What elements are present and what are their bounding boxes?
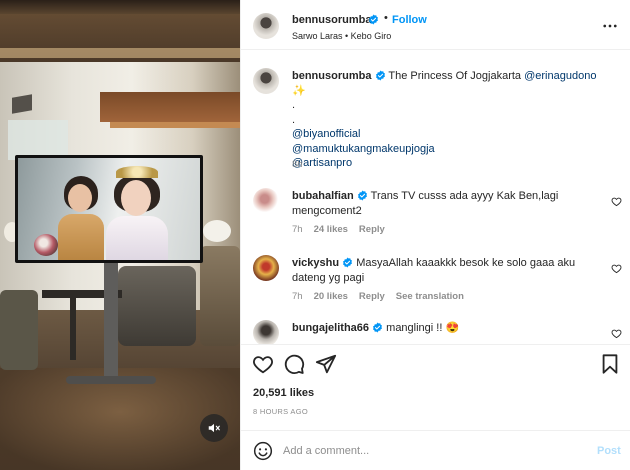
caption-mention[interactable]: @erinagudono [524,70,596,82]
header-separator: • [384,12,388,24]
follow-button[interactable]: Follow [392,14,427,26]
comment-username[interactable]: bubahalfian [292,190,354,202]
scene-table-leg [70,298,76,360]
tv-person-right [106,166,168,260]
comment-time: 7h [292,291,303,302]
scene-wood-panel [100,92,240,122]
comment-username[interactable]: vickyshu [292,257,339,269]
comment-body: bubahalfian Trans TV cusss ada ayyy Kak … [292,189,597,219]
avatar[interactable] [253,68,279,94]
comment-icon[interactable] [283,353,305,375]
caption-username[interactable]: bennusorumba [292,70,371,82]
bookmark-icon[interactable] [599,353,621,375]
scene-sofa [0,290,38,370]
sparkle-emoji: ✨ [292,84,306,97]
comment-meta: 7h 24 likes Reply [292,224,385,235]
scene-armchair [118,266,196,346]
avatar[interactable] [253,188,279,214]
post-button[interactable]: Post [597,445,621,457]
scene-ceiling-top [0,0,240,14]
likes-count[interactable]: 20,591 likes [253,387,314,399]
comment-text: MasyaAllah kaaakkk besok ke solo gaaa ak… [356,257,576,269]
heart-icon[interactable] [611,196,622,207]
post-caption: bennusorumba The Princess Of Jogjakarta … [292,69,612,171]
comment-composer: Post [241,430,630,470]
scene-chair-right [200,246,240,346]
post-location[interactable]: Sarwo Laras • Kebo Giro [292,31,391,41]
mute-button[interactable] [200,414,228,442]
caption-text: The Princess Of Jogjakarta [388,70,522,82]
heart-icon[interactable] [611,328,622,339]
comment-username[interactable]: bungajelitha66 [292,322,369,334]
caption-mention[interactable]: @mamuktukangmakeupjogja [292,142,612,157]
tv-person-left [58,176,104,260]
tv-monitor [15,155,203,263]
avatar[interactable] [253,320,279,344]
post-header: bennusorumba • Follow Sarwo Laras • Kebo… [241,0,630,50]
emoji-icon[interactable] [253,441,273,461]
post-actions: 20,591 likes 8 HOURS AGO [241,344,630,424]
comment-body: bungajelitha66 manglingi !! 😍 [292,321,597,336]
caption-mention[interactable]: @biyanofficial [292,127,612,142]
reply-button[interactable]: Reply [359,224,385,235]
tv-flowers [34,234,58,256]
reply-button[interactable]: Reply [359,291,385,302]
comments-list[interactable]: bennusorumba The Princess Of Jogjakarta … [241,50,630,344]
see-translation-button[interactable]: See translation [396,291,464,302]
post-media[interactable] [0,0,240,470]
comment-text: Trans TV cusss ada ayyy Kak Ben,lagi [370,190,559,202]
tv-screen [18,158,200,260]
verified-icon [343,257,353,268]
verified-icon [357,190,367,201]
comment-likes[interactable]: 20 likes [314,291,348,302]
scene-window [8,120,68,160]
caption-dot: . [292,99,296,111]
verified-icon [368,14,379,25]
more-options-icon[interactable] [600,17,620,35]
heart-icon[interactable] [611,263,622,274]
comment-likes[interactable]: 24 likes [314,224,348,235]
share-icon[interactable] [315,353,337,375]
mute-icon [208,423,220,433]
comment-input[interactable] [283,442,583,460]
comment-text: mengcoment2 [292,205,362,217]
comment-meta: 7h 20 likes Reply See translation [292,291,464,302]
avatar[interactable] [253,13,279,39]
post-timestamp: 8 HOURS AGO [253,407,308,416]
comment-text: dateng yg pagi [292,272,365,284]
verified-icon [373,322,383,333]
comment-time: 7h [292,224,303,235]
caption-timestamp: 8h [292,159,303,170]
tv-stand [104,262,118,384]
scene-lamp [203,220,231,242]
header-username[interactable]: bennusorumba [292,14,371,26]
caption-mention[interactable]: @artisanpro [292,156,612,171]
scene-wood-trim [110,122,240,128]
post-panel: bennusorumba • Follow Sarwo Laras • Kebo… [240,0,630,470]
caption-dot: . [292,113,296,126]
comment-body: vickyshu MasyaAllah kaaakkk besok ke sol… [292,256,597,286]
verified-icon [375,70,385,81]
comment-text: manglingi !! 😍 [386,322,460,334]
scene-light-band [0,48,240,58]
heart-icon[interactable] [252,353,274,375]
avatar[interactable] [253,255,279,281]
tv-stand-base [66,376,156,384]
